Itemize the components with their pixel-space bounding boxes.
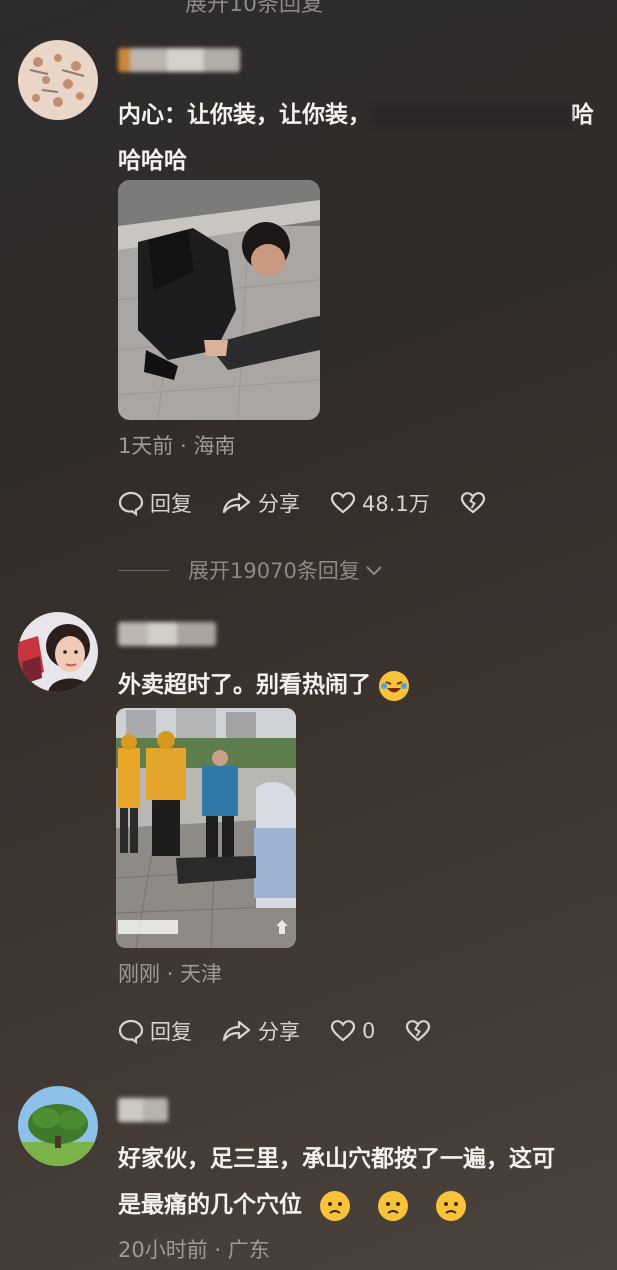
- timestamp: 刚刚: [118, 962, 160, 986]
- share-icon: [222, 492, 251, 514]
- avatar-image: [18, 40, 98, 120]
- worried-emoji-icon: [320, 1190, 351, 1221]
- worried-emoji-icon: [378, 1190, 409, 1221]
- reply-label: 回复: [150, 492, 192, 516]
- separator: ·: [214, 1238, 222, 1262]
- dislike-button[interactable]: [405, 1019, 437, 1043]
- separator: ·: [166, 962, 174, 986]
- reply-icon: [118, 1019, 144, 1044]
- avatar[interactable]: [18, 1086, 98, 1166]
- comment-meta: 20小时前 · 广东: [118, 1234, 270, 1264]
- heart-icon: [330, 492, 356, 514]
- comment-image[interactable]: [118, 180, 320, 420]
- location: 海南: [193, 434, 236, 458]
- like-count: 0: [362, 1019, 376, 1043]
- timestamp: 20小时前: [118, 1238, 208, 1262]
- like-button[interactable]: 48.1万: [330, 488, 430, 518]
- comment-image[interactable]: [116, 708, 296, 948]
- username-blurred[interactable]: [118, 1098, 168, 1122]
- avatar-image: [18, 612, 98, 692]
- avatar[interactable]: [18, 40, 98, 120]
- broken-heart-icon: [406, 1020, 431, 1042]
- comment-text-part: 内心：让你装，让你装，: [118, 102, 371, 128]
- username-blurred[interactable]: [118, 622, 216, 646]
- comment-text-part: 哈: [571, 102, 594, 128]
- reply-icon: [118, 491, 144, 516]
- photo-street-scene: [116, 708, 296, 948]
- expand-replies-button[interactable]: 展开19070条回复: [118, 555, 384, 585]
- separator: ·: [180, 434, 187, 458]
- reply-button[interactable]: 回复: [118, 488, 192, 518]
- location: 天津: [180, 962, 223, 986]
- avatar[interactable]: [18, 612, 98, 692]
- share-label: 分享: [258, 492, 300, 516]
- previous-expand-replies[interactable]: 展开10条回复: [185, 0, 323, 18]
- share-button[interactable]: 分享: [222, 488, 300, 518]
- laugh-emoji-icon: [379, 670, 410, 701]
- comment-text: 外卖超时了。别看热闹了: [118, 662, 410, 708]
- comment-text-line1: 好家伙，足三里，承山穴都按了一遍，这可: [118, 1146, 555, 1172]
- share-label: 分享: [258, 1020, 300, 1044]
- comment-text-part: 是最痛的几个穴位: [118, 1192, 302, 1218]
- broken-heart-icon: [460, 492, 485, 514]
- reply-label: 回复: [150, 1020, 192, 1044]
- comment-text-part: 外卖超时了。别看热闹了: [118, 672, 371, 698]
- expand-replies-label: 展开19070条回复: [188, 559, 360, 583]
- like-count: 48.1万: [362, 492, 430, 516]
- share-button[interactable]: 分享: [222, 1016, 300, 1046]
- location: 广东: [227, 1238, 270, 1262]
- comment-actions: 回复 分享 48.1万: [118, 488, 522, 518]
- heart-icon: [330, 1020, 356, 1042]
- timestamp: 1天前: [118, 434, 174, 458]
- comment-text: 内心：让你装，让你装， 哈: [118, 92, 594, 138]
- worried-emoji-icon: [436, 1190, 467, 1221]
- chevron-down-icon: [366, 566, 382, 576]
- divider-line: [118, 569, 170, 571]
- comment-meta: 刚刚 · 天津: [118, 958, 222, 988]
- share-icon: [222, 1020, 251, 1042]
- photo-man-kneeling: [118, 180, 320, 420]
- dislike-button[interactable]: [460, 491, 492, 515]
- username-blurred[interactable]: [118, 48, 240, 72]
- comment-meta: 1天前 · 海南: [118, 430, 235, 460]
- blurred-text: [371, 104, 571, 127]
- comment-text-line2: 哈哈哈: [118, 148, 187, 174]
- comment-text-line2: 是最痛的几个穴位: [118, 1182, 467, 1228]
- comment-actions: 回复 分享 0: [118, 1016, 467, 1046]
- avatar-image: [18, 1086, 98, 1166]
- like-button[interactable]: 0: [330, 1019, 375, 1043]
- reply-button[interactable]: 回复: [118, 1016, 192, 1046]
